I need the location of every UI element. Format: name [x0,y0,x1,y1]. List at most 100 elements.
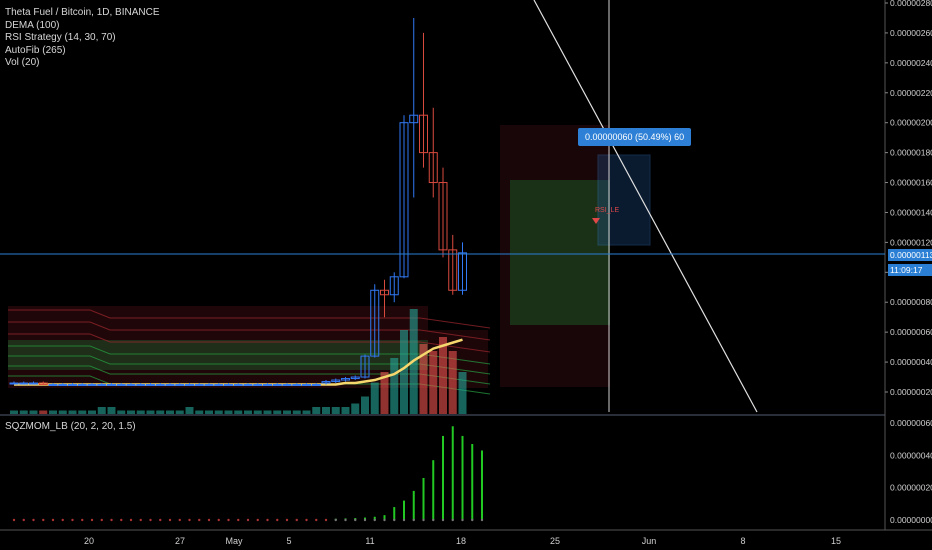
sqzmom-legend[interactable]: SQZMOM_LB (20, 2, 20, 1.5) [5,421,136,432]
volume-bar [283,410,291,414]
symbol-title[interactable]: Theta Fuel / Bitcoin, 1D, BINANCE [5,7,160,20]
squeeze-dot [217,518,220,522]
volume-bar [234,410,243,414]
volume-bar [400,330,408,414]
volume-bar [331,407,340,414]
squeeze-dot [285,518,289,522]
candle-body [48,384,58,387]
squeeze-dot [168,518,172,522]
volume-bar [370,382,379,414]
price-tick-label: 0.00000060 [890,327,932,337]
time-tick-label: May [225,536,243,546]
candle-body [97,384,107,387]
indicator-autofib[interactable]: AutoFib (265) [5,45,160,58]
volume-bar [88,410,96,414]
squeeze-dot [81,518,84,522]
momentum-tick-label: 0.00000000 [890,515,932,525]
volume-bar [175,410,184,414]
time-tick-label: 15 [831,536,841,546]
volume-bar [273,410,282,414]
volume-bar [253,410,262,414]
chart-legend: Theta Fuel / Bitcoin, 1D, BINANCE DEMA (… [5,7,160,70]
candle-body [233,384,243,387]
volume-bar [78,410,87,414]
squeeze-dot [305,518,308,522]
time-tick-label: 20 [84,536,94,546]
measure-label[interactable]: 0.00000060 (50.49%) 60 [578,128,692,146]
candle-body [77,384,87,387]
squeeze-dot [324,518,328,522]
squeeze-dot [198,518,201,522]
squeeze-dot [295,518,298,522]
squeeze-dot [32,518,35,522]
indicator-rsi-strategy[interactable]: RSI Strategy (14, 30, 70) [5,32,160,45]
candle-body [155,384,165,387]
squeeze-dot [12,518,16,522]
indicator-dema[interactable]: DEMA (100) [5,20,160,33]
volume-bar [146,410,155,414]
squeeze-dot [354,518,357,522]
squeeze-dot [246,518,250,522]
squeeze-dot [149,518,152,522]
price-tick-label: 0.00000220 [890,88,932,98]
volume-bar [322,407,330,414]
volume-bar [244,410,252,414]
squeeze-dot [344,518,347,522]
squeeze-dot [451,518,454,522]
candle-body [19,382,29,385]
time-tick-label: 8 [740,536,745,546]
squeeze-dot [120,518,123,522]
squeeze-dot [51,518,55,522]
volume-bar [39,410,48,414]
price-tick-label: 0.00000160 [890,178,932,188]
volume-bar [49,410,57,414]
volume-bar [156,410,165,414]
squeeze-dot [402,518,406,522]
squeeze-dot [159,518,162,522]
time-tick-label: Jun [642,536,657,546]
volume-bar [205,410,213,414]
candle-body [165,384,175,387]
squeeze-dot [178,518,181,522]
volume-bar [390,358,399,414]
squeeze-dot [266,518,269,522]
squeeze-dot [90,518,94,522]
time-tick-label: 25 [550,536,560,546]
volume-bar [448,351,457,414]
squeeze-dot [61,518,64,522]
volume-bar [351,403,360,414]
autofib-bands [8,125,610,395]
volume-bar [458,372,467,414]
volume-bar [107,407,116,414]
chart-canvas[interactable]: RSI_LE 0.00000020 0.00000040 0.00000060 0.0… [0,0,932,550]
volume-bar [263,410,272,414]
squeeze-dot [100,518,103,522]
squeeze-dot [227,518,230,522]
squeeze-dot [412,518,415,522]
indicator-vol[interactable]: Vol (20) [5,57,160,70]
signal-label: RSI_LE [595,207,619,214]
squeeze-dot [42,518,45,522]
squeeze-dot [139,518,142,522]
volume-bar [312,407,321,414]
price-tick-label: 0.00000020 [890,387,932,397]
price-tick-label: 0.00000260 [890,28,932,38]
candle-body [68,384,77,387]
last-price-tag: 0.00000113 [888,249,932,261]
volume-bar [97,407,106,414]
volume-bar [136,410,145,414]
volume-bar [224,410,233,414]
squeeze-dot [110,518,113,522]
volume-bar [58,410,67,414]
candle-body [107,384,116,387]
price-tick-label: 0.00000180 [890,148,932,158]
squeeze-dot [422,518,425,522]
volume-bar [19,410,28,414]
squeeze-dot [237,518,240,522]
volume-bar [429,351,438,414]
sqzmom-bars [12,426,484,522]
squeeze-dot [393,518,396,522]
candle-body [58,384,68,387]
volume-bar [195,410,204,414]
volume-bar [341,407,350,414]
